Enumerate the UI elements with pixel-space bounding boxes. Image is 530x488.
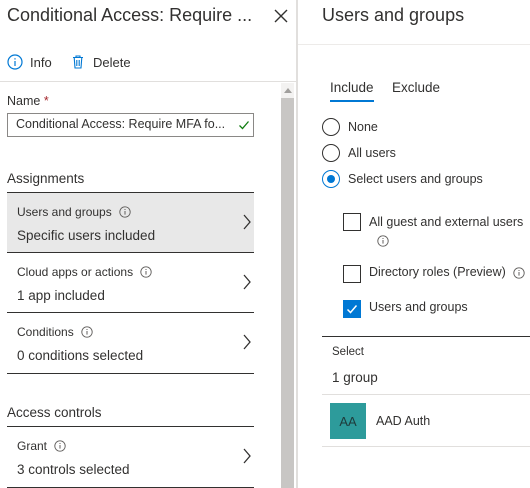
radio-select-users-and-groups[interactable]: Select users and groups (322, 170, 483, 188)
info-button[interactable]: Info (7, 54, 52, 70)
info-icon (119, 206, 131, 218)
info-icon (54, 440, 66, 452)
info-icon (140, 266, 152, 278)
info-icon (7, 54, 23, 70)
access-item-grant[interactable]: Grant 3 controls selected (7, 426, 254, 488)
select-divider-bottom (322, 394, 530, 395)
assignments-heading: Assignments (7, 171, 85, 186)
item-value: 0 conditions selected (17, 348, 144, 363)
valid-check-icon (239, 121, 249, 130)
header-divider (298, 44, 530, 45)
radio-circle[interactable] (322, 170, 340, 188)
assignment-item-conditions[interactable]: Conditions 0 conditions selected (7, 312, 254, 374)
radio-label: All users (348, 146, 396, 160)
tab-include[interactable]: Include (330, 80, 374, 102)
select-divider (322, 336, 530, 337)
item-title: Users and groups (17, 205, 112, 219)
trash-icon (73, 55, 83, 69)
checkbox-label: All guest and external users (369, 215, 524, 229)
radio-label: Select users and groups (348, 172, 483, 186)
policy-name-input[interactable]: Conditional Access: Require MFA fo... (7, 113, 254, 137)
group-name: AAD Auth (376, 414, 431, 428)
access-controls-heading: Access controls (7, 405, 102, 420)
checkbox-box[interactable] (343, 213, 361, 231)
checkbox-directory-roles[interactable]: Directory roles (Preview) (343, 265, 525, 283)
radio-all-users[interactable]: All users (322, 144, 396, 162)
required-marker: * (43, 94, 49, 108)
command-bar: Info Delete (0, 44, 296, 82)
close-icon[interactable] (270, 5, 292, 27)
checkbox-box[interactable] (343, 265, 361, 283)
radio-circle[interactable] (322, 118, 340, 136)
item-title: Cloud apps or actions (17, 265, 134, 279)
group-row-divider (322, 446, 530, 447)
item-value: Specific users included (17, 228, 156, 243)
policy-blade: Conditional Access: Require ... Info Del… (0, 0, 296, 488)
delete-label: Delete (93, 54, 131, 70)
checkbox-box[interactable] (343, 300, 361, 318)
checkbox-label: Users and groups (369, 300, 468, 314)
info-icon (377, 235, 389, 247)
checkbox-all-guest-external[interactable]: All guest and external users (343, 213, 523, 252)
tab-exclude[interactable]: Exclude (392, 80, 440, 95)
info-icon (81, 326, 93, 338)
name-field-label: Name * (7, 94, 49, 108)
chevron-right-icon (243, 448, 251, 464)
item-value: 1 app included (17, 288, 105, 303)
radio-label: None (348, 120, 378, 134)
users-groups-title: Users and groups (322, 5, 465, 25)
info-label: Info (30, 54, 52, 70)
selected-group-row[interactable]: AA AAD Auth (330, 403, 430, 439)
checkmark-icon (346, 305, 358, 314)
blade-divider (296, 0, 298, 488)
blade-title: Conditional Access: Require ... (7, 5, 253, 25)
checkbox-users-and-groups[interactable]: Users and groups (343, 300, 468, 318)
chevron-right-icon (243, 214, 251, 230)
item-title: Grant (17, 439, 48, 453)
checkbox-label: Directory roles (Preview) (369, 265, 506, 279)
select-value-link[interactable]: 1 group (332, 370, 378, 385)
assignment-item-users-and-groups[interactable]: Users and groups Specific users included (7, 192, 254, 252)
chevron-right-icon (243, 274, 251, 290)
avatar: AA (330, 403, 366, 439)
select-label: Select (332, 346, 364, 358)
assignment-item-cloud-apps[interactable]: Cloud apps or actions 1 app included (7, 252, 254, 312)
item-title: Conditions (17, 325, 74, 339)
item-value: 3 controls selected (17, 462, 130, 477)
delete-button[interactable]: Delete (70, 54, 131, 70)
radio-circle[interactable] (322, 144, 340, 162)
scroll-up-arrow[interactable] (284, 88, 292, 93)
radio-none[interactable]: None (322, 118, 378, 136)
chevron-right-icon (243, 334, 251, 350)
scrollbar-thumb[interactable] (281, 98, 294, 488)
info-icon (513, 267, 525, 279)
